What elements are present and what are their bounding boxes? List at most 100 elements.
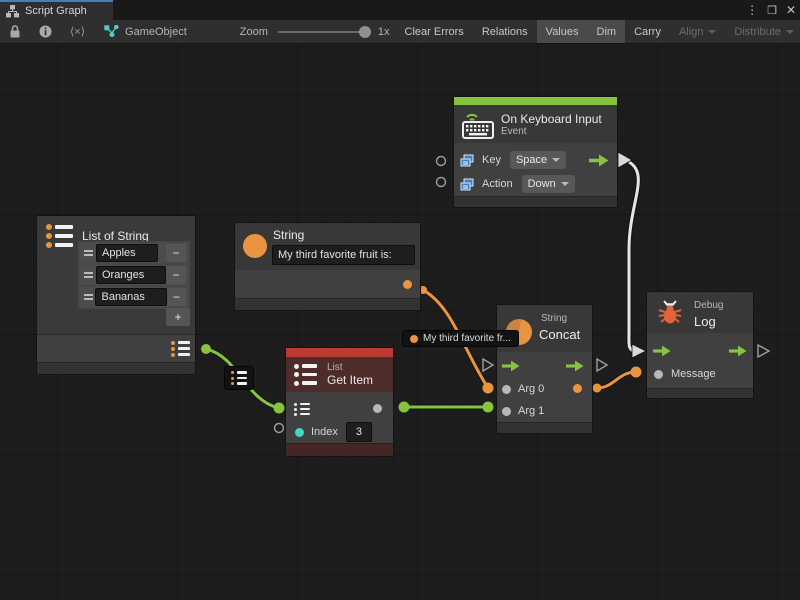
string-value: My third favorite fruit is: <box>278 249 392 261</box>
arg1-label: Arg 1 <box>518 405 544 417</box>
node-string-literal[interactable]: String My third favorite fruit is: <box>235 223 420 310</box>
window-maximize-icon[interactable]: ❐ <box>767 4 777 17</box>
chevron-down-icon <box>561 182 569 186</box>
node-get-item[interactable]: List Get Item Index 3 <box>286 348 393 456</box>
remove-item-button[interactable]: − <box>167 288 186 306</box>
event-node-strip <box>454 97 617 105</box>
index-input[interactable]: 3 <box>346 422 372 442</box>
zoom-slider-track[interactable] <box>278 31 366 33</box>
relations-button[interactable]: Relations <box>473 20 537 43</box>
node-category: String <box>541 313 567 324</box>
keyboard-icon <box>461 109 495 139</box>
node-title: Log <box>694 314 716 329</box>
action-icon <box>460 178 474 191</box>
message-input-port[interactable] <box>654 370 663 379</box>
message-label: Message <box>671 368 716 380</box>
list-item-input[interactable]: Apples <box>96 244 158 262</box>
unconnected-value-port[interactable] <box>437 157 446 166</box>
list-item-input[interactable]: Bananas <box>95 288 166 306</box>
zoom-slider-handle[interactable] <box>359 26 371 38</box>
arg0-input-port[interactable] <box>502 385 511 394</box>
result-output-port[interactable] <box>573 384 582 393</box>
flow-input-arrow-icon[interactable] <box>653 345 671 357</box>
add-item-button[interactable]: + <box>166 308 190 326</box>
chevron-down-icon <box>708 30 716 34</box>
arg1-input-port[interactable] <box>502 407 511 416</box>
list-item-value: Apples <box>102 247 136 259</box>
string-output-port[interactable] <box>403 280 412 289</box>
lock-icon <box>9 25 21 38</box>
drag-handle-icon[interactable] <box>82 294 95 299</box>
distribute-label: Distribute <box>734 26 780 38</box>
unconnected-value-port[interactable] <box>437 178 446 187</box>
node-category: Debug <box>694 300 723 311</box>
key-dropdown[interactable]: Space <box>510 151 566 169</box>
action-port-label: Action <box>482 178 513 190</box>
wire-endpoint[interactable] <box>274 403 285 414</box>
remove-item-button[interactable]: − <box>166 244 186 262</box>
wire-endpoint[interactable] <box>399 402 410 413</box>
unconnected-value-port[interactable] <box>275 424 284 433</box>
list-icon <box>294 364 317 386</box>
lock-button[interactable] <box>0 20 30 43</box>
wire-value-text: My third favorite fr... <box>423 333 511 344</box>
window-menu-icon[interactable]: ⋮ <box>746 3 758 17</box>
list-item-row: Oranges − <box>80 265 188 285</box>
drag-handle-icon[interactable] <box>82 250 96 255</box>
arg0-label: Arg 0 <box>518 383 544 395</box>
graph-canvas[interactable]: On Keyboard Input Event Key Space <box>0 44 800 600</box>
wire-endpoint[interactable] <box>201 344 211 354</box>
drag-handle-icon[interactable] <box>82 272 96 277</box>
flow-wire-end-arrow[interactable] <box>632 344 646 358</box>
unconnected-flow-port[interactable] <box>758 345 769 357</box>
node-list-of-string[interactable]: List of String Apples − <box>37 216 195 374</box>
flow-output-arrow-icon[interactable] <box>589 154 609 167</box>
action-dropdown[interactable]: Down <box>522 175 575 193</box>
remove-item-button[interactable]: − <box>166 266 186 284</box>
bug-icon <box>655 297 685 327</box>
wire-endpoint[interactable] <box>419 286 427 294</box>
wire-keyboard-to-log[interactable] <box>629 162 638 351</box>
keycode-icon <box>460 154 474 167</box>
carry-button[interactable]: Carry <box>625 20 670 43</box>
distribute-button[interactable]: Distribute <box>725 20 800 43</box>
wire-value-tooltip: My third favorite fr... <box>402 330 519 347</box>
node-title: Concat <box>539 327 580 342</box>
unconnected-flow-port[interactable] <box>483 359 493 371</box>
info-button[interactable] <box>30 20 61 43</box>
clear-errors-button[interactable]: Clear Errors <box>396 20 473 43</box>
unconnected-flow-port[interactable] <box>597 359 607 371</box>
wire-endpoint[interactable] <box>631 367 642 378</box>
flow-output-arrow-icon[interactable] <box>566 360 584 372</box>
gameobject-label: GameObject <box>125 26 187 38</box>
wire-endpoint[interactable] <box>483 383 494 394</box>
list-output-port[interactable] <box>171 341 190 357</box>
tab-script-graph[interactable]: Script Graph <box>0 0 113 20</box>
dim-button[interactable]: Dim <box>588 20 626 43</box>
node-debug-log[interactable]: Debug Log Message <box>647 292 753 398</box>
values-button[interactable]: Values <box>537 20 588 43</box>
window-close-icon[interactable]: ✕ <box>786 3 796 17</box>
string-value-input[interactable]: My third favorite fruit is: <box>272 245 415 265</box>
list-item-value: Oranges <box>102 269 144 281</box>
node-on-keyboard-input[interactable]: On Keyboard Input Event Key Space <box>454 97 617 207</box>
align-button[interactable]: Align <box>670 20 725 43</box>
list-input-port[interactable] <box>294 403 310 416</box>
tab-label: Script Graph <box>25 5 87 17</box>
index-input-port[interactable] <box>295 428 304 437</box>
node-concat[interactable]: String Concat Arg 0 Arg 1 <box>497 305 592 433</box>
code-view-button[interactable]: ⟨×⟩ <box>61 20 94 43</box>
wire-endpoint[interactable] <box>483 402 494 413</box>
flow-input-arrow-icon[interactable] <box>502 360 520 372</box>
flow-output-arrow-icon[interactable] <box>729 345 747 357</box>
list-item-input[interactable]: Oranges <box>96 266 166 284</box>
node-category: List <box>327 362 373 373</box>
index-label: Index <box>311 426 338 438</box>
string-value-dot-icon <box>410 335 418 343</box>
gameobject-selector[interactable]: GameObject <box>94 20 197 43</box>
action-dropdown-value: Down <box>528 178 556 190</box>
wire-endpoint[interactable] <box>593 384 602 393</box>
zoom-value: 1x <box>374 20 396 43</box>
zoom-slider[interactable] <box>270 20 374 43</box>
item-output-port[interactable] <box>373 404 382 413</box>
